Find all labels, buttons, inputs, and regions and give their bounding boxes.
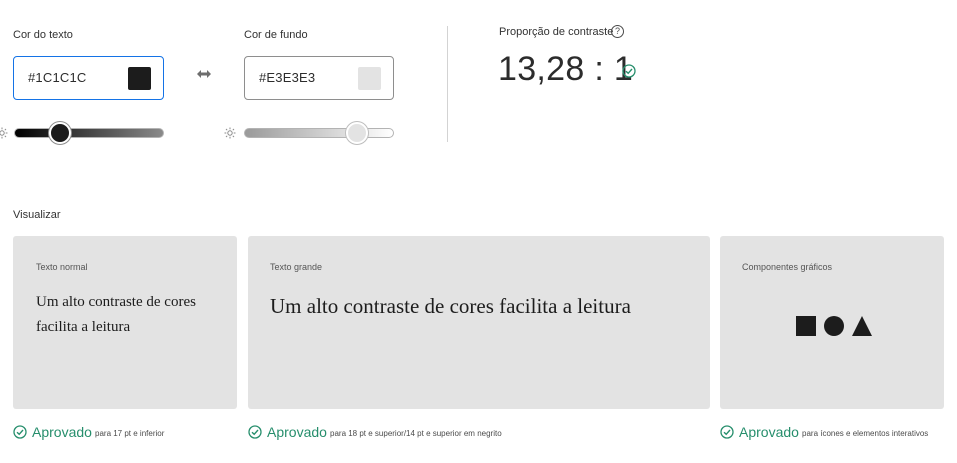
pass-status: Aprovado xyxy=(267,424,327,440)
triangle-icon xyxy=(852,316,872,336)
check-circle-icon xyxy=(622,64,636,78)
swap-colors-icon[interactable] xyxy=(196,68,212,80)
text-color-label: Cor do texto xyxy=(13,29,73,41)
contrast-ratio-label: Proporção de contraste xyxy=(499,26,614,38)
text-color-swatch[interactable] xyxy=(128,67,151,90)
check-circle-icon xyxy=(720,425,734,439)
card-label: Texto grande xyxy=(270,262,323,272)
background-color-label: Cor de fundo xyxy=(244,29,308,41)
large-text-sample: Um alto contraste de cores facilita a le… xyxy=(270,294,631,318)
pass-note: para ícones e elementos interativos xyxy=(802,429,929,438)
card-label: Componentes gráficos xyxy=(742,262,833,272)
pass-note: para 18 pt e superior/14 pt e superior e… xyxy=(330,429,502,438)
card-label: Texto normal xyxy=(36,262,88,272)
normal-text-sample: Um alto contraste de cores facilita a le… xyxy=(36,294,196,335)
preview-card-graphic-components: Componentes gráficos xyxy=(720,236,944,409)
text-color-input[interactable]: #1C1C1C xyxy=(13,56,164,100)
check-circle-icon xyxy=(13,425,27,439)
help-icon[interactable]: ? xyxy=(611,25,624,38)
background-color-input[interactable]: #E3E3E3 xyxy=(244,56,394,100)
background-brightness-slider-track[interactable] xyxy=(244,128,394,138)
contrast-ratio-value: 13,28 : 1 xyxy=(498,50,634,88)
check-circle-icon xyxy=(248,425,262,439)
brightness-icon xyxy=(224,127,236,139)
text-brightness-slider-thumb[interactable] xyxy=(49,122,71,144)
brightness-icon xyxy=(0,127,8,139)
vertical-divider xyxy=(447,26,448,142)
preview-card-large-text: Texto grande Um alto contraste de cores … xyxy=(248,236,710,409)
pass-status: Aprovado xyxy=(739,424,799,440)
pass-note: para 17 pt e inferior xyxy=(95,429,165,438)
text-color-hex[interactable]: #1C1C1C xyxy=(28,70,87,85)
background-brightness-slider-thumb[interactable] xyxy=(346,122,368,144)
background-color-swatch[interactable] xyxy=(358,67,381,90)
background-color-hex[interactable]: #E3E3E3 xyxy=(259,70,315,85)
square-icon xyxy=(796,316,816,336)
text-brightness-slider-track[interactable] xyxy=(14,128,164,138)
preview-section-title: Visualizar xyxy=(13,209,61,221)
pass-status: Aprovado xyxy=(32,424,92,440)
circle-icon xyxy=(824,316,844,336)
graphic-shapes xyxy=(796,316,872,336)
preview-card-normal-text: Texto normal Um alto contraste de cores … xyxy=(13,236,237,409)
